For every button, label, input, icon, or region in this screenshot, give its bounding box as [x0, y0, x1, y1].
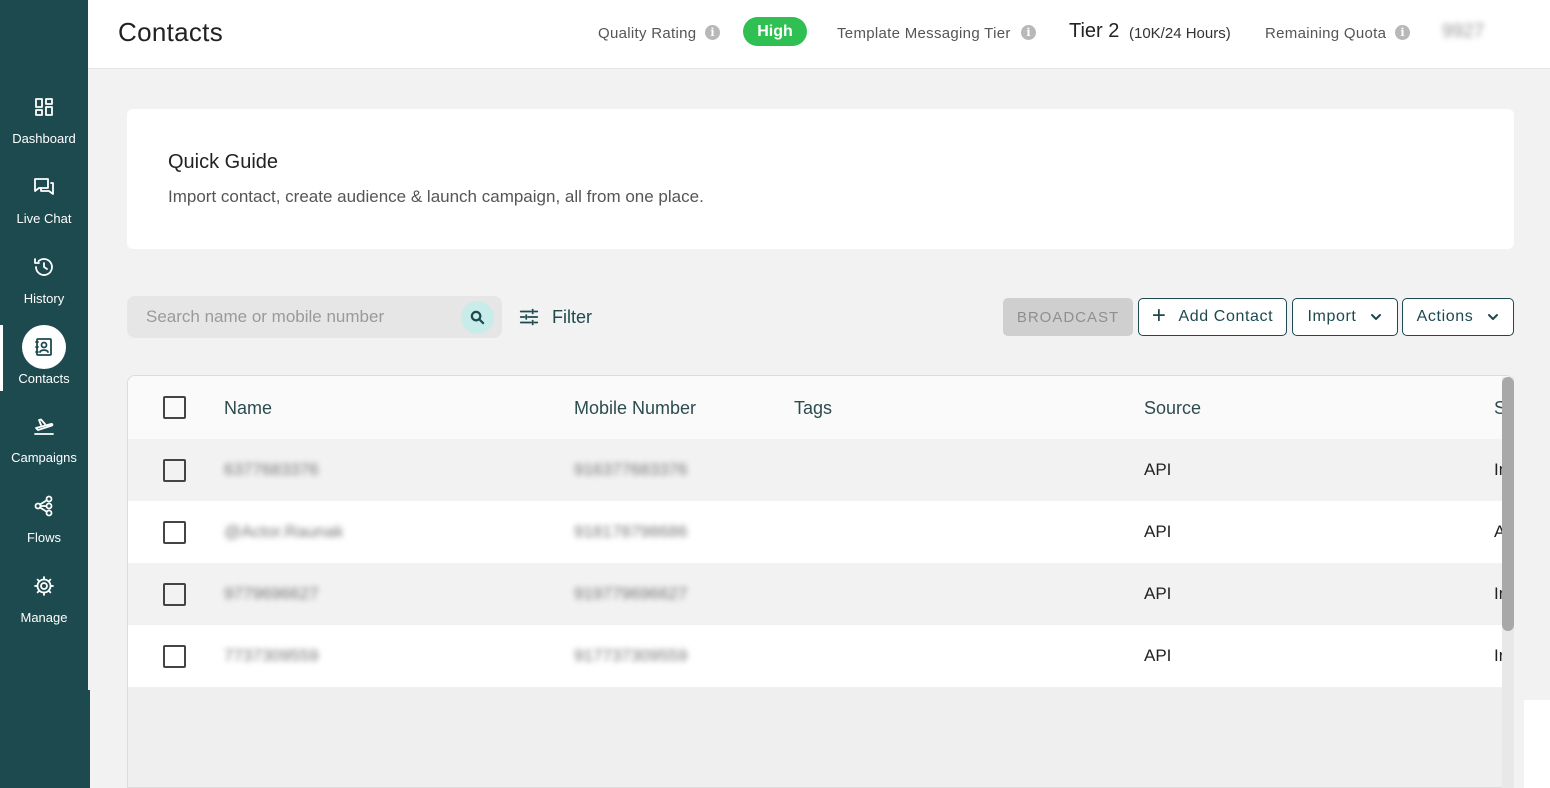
remaining-quota-label: Remaining Quota	[1265, 25, 1387, 42]
column-header-source[interactable]: Source	[1144, 398, 1201, 419]
quick-guide-description: Import contact, create audience & launch…	[168, 187, 704, 206]
chevron-down-icon	[1488, 314, 1499, 320]
add-contact-label: Add Contact	[1178, 308, 1274, 325]
sidebar-item-label: Campaigns	[11, 450, 77, 465]
sidebar-item-label: Contacts	[18, 371, 70, 386]
import-dropdown[interactable]: Import	[1292, 298, 1398, 336]
column-header-tags[interactable]: Tags	[794, 398, 832, 419]
tier-limit: (10K/24 Hours)	[1129, 25, 1231, 42]
plus-icon: +	[1151, 302, 1167, 329]
messaging-tier-label: Template Messaging Tier	[837, 25, 1011, 42]
sidebar-item-manage[interactable]: Manage	[0, 564, 88, 636]
quick-guide-card: Quick Guide Import contact, create audie…	[127, 109, 1514, 249]
quality-rating-label: Quality Rating	[598, 25, 697, 42]
sidebar-item-dashboard[interactable]: Dashboard	[0, 85, 88, 157]
quality-rating-badge: High	[743, 17, 807, 46]
remaining-quota-value: 9927	[1442, 21, 1485, 42]
contacts-icon	[22, 325, 66, 369]
clipped-cell: In	[1494, 460, 1502, 479]
broadcast-button[interactable]: BROADCAST	[1003, 298, 1133, 336]
filter-button[interactable]: Filter	[518, 304, 592, 330]
contact-source: API	[1144, 522, 1172, 541]
row-checkbox[interactable]	[163, 459, 186, 482]
quick-guide-title: Quick Guide	[168, 151, 279, 173]
clipped-cell: A	[1492, 501, 1502, 563]
sidebar-item-label: Manage	[20, 610, 68, 625]
filter-sliders-icon	[519, 308, 539, 326]
top-header: Contacts Quality Rating i High Template …	[88, 0, 1550, 69]
chat-icon	[22, 165, 66, 209]
contact-mobile: 917737309559	[574, 646, 688, 665]
row-checkbox[interactable]	[163, 645, 186, 668]
plane-icon	[22, 404, 66, 448]
sidebar: Dashboard Live Chat History Contacts Cam…	[0, 0, 88, 690]
contact-name: 6377683376	[224, 460, 319, 479]
tier-value: Tier 2	[1069, 20, 1120, 42]
sidebar-item-label: Live Chat	[16, 211, 72, 226]
gear-icon	[22, 564, 66, 608]
actions-label: Actions	[1416, 308, 1474, 325]
table-empty-area	[128, 688, 1513, 787]
row-checkbox[interactable]	[163, 583, 186, 606]
sidebar-item-contacts[interactable]: Contacts	[0, 325, 88, 397]
contact-source: API	[1144, 460, 1172, 479]
table-scrollbar-thumb[interactable]	[1502, 377, 1514, 631]
row-checkbox[interactable]	[163, 521, 186, 544]
column-header-name[interactable]: Name	[224, 398, 272, 419]
search-button[interactable]	[461, 301, 494, 334]
page-title: Contacts	[118, 17, 224, 47]
sidebar-item-campaigns[interactable]: Campaigns	[0, 404, 88, 476]
sidebar-item-history[interactable]: History	[0, 245, 88, 317]
chevron-down-icon	[1371, 314, 1382, 320]
sidebar-item-label: Flows	[27, 530, 61, 545]
table-header: Name Mobile Number Tags Source S	[128, 376, 1513, 439]
contact-name: 9779696627	[224, 584, 319, 603]
sidebar-tail	[0, 690, 90, 788]
add-contact-button[interactable]: + Add Contact	[1138, 298, 1287, 336]
contact-source: API	[1144, 646, 1172, 665]
sidebar-item-label: History	[23, 291, 65, 306]
page-edge	[1524, 700, 1550, 788]
search-icon	[470, 310, 485, 325]
info-icon[interactable]: i	[1021, 25, 1036, 40]
flow-icon	[22, 484, 66, 528]
clipped-cell: In	[1494, 646, 1502, 665]
contact-mobile: 919779696627	[574, 584, 688, 603]
search-input[interactable]	[127, 296, 502, 338]
contact-mobile: 916377683376	[574, 460, 688, 479]
info-icon[interactable]: i	[705, 25, 720, 40]
sidebar-item-flows[interactable]: Flows	[0, 484, 88, 556]
table-row[interactable]: 7737309559 917737309559 API In	[128, 625, 1513, 687]
table-row[interactable]: 6377683376 916377683376 API In	[128, 439, 1513, 501]
import-label: Import	[1307, 308, 1357, 325]
contact-name: 7737309559	[224, 646, 319, 665]
table-row[interactable]: @Actor.Raunak 918178798686 API A	[128, 501, 1513, 563]
sidebar-item-label: Dashboard	[12, 131, 76, 146]
info-icon[interactable]: i	[1395, 25, 1410, 40]
contact-mobile: 918178798686	[574, 522, 688, 541]
history-icon	[22, 245, 66, 289]
contact-name: @Actor.Raunak	[224, 522, 344, 541]
column-header-clipped: S	[1492, 376, 1502, 439]
contact-source: API	[1144, 584, 1172, 603]
table-row[interactable]: 9779696627 919779696627 API In	[128, 563, 1513, 625]
select-all-checkbox[interactable]	[163, 396, 186, 419]
contacts-table: Name Mobile Number Tags Source S 6377683…	[127, 375, 1514, 788]
dashboard-icon	[22, 85, 66, 129]
sidebar-item-live-chat[interactable]: Live Chat	[0, 165, 88, 237]
clipped-cell: In	[1494, 584, 1502, 603]
actions-dropdown[interactable]: Actions	[1402, 298, 1514, 336]
column-header-mobile[interactable]: Mobile Number	[574, 398, 696, 419]
filter-label: Filter	[552, 306, 592, 327]
